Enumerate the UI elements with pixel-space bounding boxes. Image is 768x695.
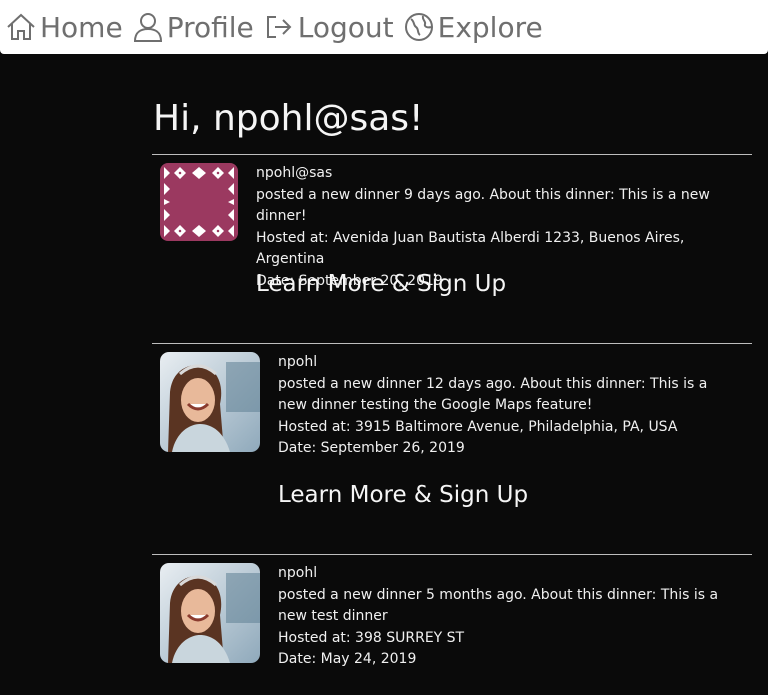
- post-location: Hosted at: 3915 Baltimore Avenue, Philad…: [278, 418, 678, 435]
- post-date: Date: May 24, 2019: [278, 651, 417, 667]
- dinner-post: npohl posted a new dinner 12 days ago. A…: [152, 343, 752, 554]
- avatar: [160, 163, 238, 241]
- nav-logout-label: Logout: [297, 10, 394, 44]
- nav-profile-label: Profile: [166, 10, 254, 44]
- top-navbar: Home Profile Logout Explore: [0, 0, 768, 54]
- post-author[interactable]: npohl: [278, 563, 728, 585]
- nav-home-label: Home: [40, 10, 123, 44]
- globe-icon: [402, 10, 436, 44]
- nav-explore-label: Explore: [437, 10, 543, 44]
- post-location: Hosted at: 398 SURREY ST: [278, 629, 465, 646]
- nav-logout[interactable]: Logout: [262, 7, 394, 47]
- post-details: npohl posted a new dinner 5 months ago. …: [278, 563, 728, 671]
- nav-profile[interactable]: Profile: [131, 7, 254, 47]
- post-date: Date: September 26, 2019: [278, 440, 465, 456]
- dinner-post: npohl@sas posted a new dinner 9 days ago…: [152, 154, 752, 343]
- logout-icon: [262, 10, 296, 44]
- avatar: [160, 352, 260, 452]
- post-location: Hosted at: Avenida Juan Bautista Alberdi…: [256, 229, 685, 268]
- post-details: npohl posted a new dinner 12 days ago. A…: [278, 352, 718, 460]
- post-author[interactable]: npohl: [278, 352, 718, 374]
- nav-home[interactable]: Home: [4, 7, 123, 47]
- post-description: posted a new dinner 9 days ago. About th…: [256, 186, 710, 225]
- avatar: [160, 563, 260, 663]
- nav-explore[interactable]: Explore: [402, 7, 543, 47]
- page-greeting: Hi, npohl@sas!: [153, 98, 424, 139]
- learn-more-signup-link[interactable]: Learn More & Sign Up: [278, 482, 528, 508]
- learn-more-signup-link[interactable]: Learn More & Sign Up: [256, 271, 506, 297]
- profile-icon: [131, 10, 165, 44]
- post-description: posted a new dinner 12 days ago. About t…: [278, 375, 708, 414]
- home-icon: [4, 10, 38, 44]
- dinner-feed: npohl@sas posted a new dinner 9 days ago…: [152, 154, 752, 695]
- post-description: posted a new dinner 5 months ago. About …: [278, 586, 719, 625]
- post-author[interactable]: npohl@sas: [256, 163, 746, 185]
- dinner-post: npohl posted a new dinner 5 months ago. …: [152, 554, 752, 695]
